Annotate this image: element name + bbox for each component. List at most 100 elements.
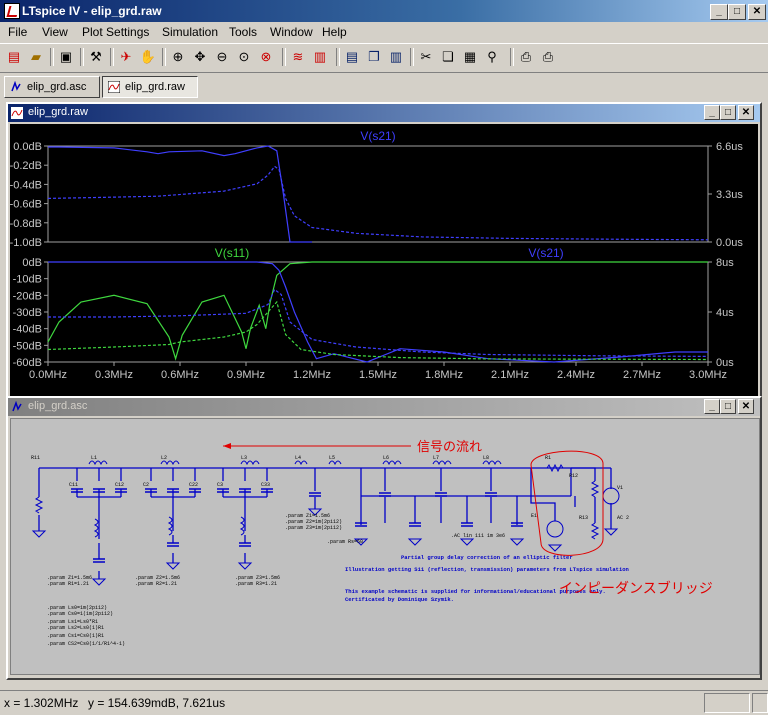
waveform-window[interactable]: elip_grd.raw _ □ ✕ 0.0dB -0.2dB -0.4dB -0.6…	[6, 102, 762, 398]
run-icon[interactable]: ✈	[116, 47, 136, 67]
zoom-full-icon[interactable]: ⊙	[234, 47, 254, 67]
param-directive[interactable]: .param Z3=1m(2pi12)	[285, 525, 342, 531]
param-directive[interactable]: .param CS2=Cs0(1/1/R1^4-1)	[47, 641, 125, 647]
component-label[interactable]: L2	[161, 455, 167, 461]
component-label[interactable]: R1	[545, 455, 551, 461]
param-directive[interactable]: .param R2=1.21	[135, 581, 177, 587]
waveform-plot[interactable]: 0.0dB -0.2dB -0.4dB -0.6dB -0.8dB -1.0dB 6.6u…	[10, 124, 758, 396]
component-label[interactable]: AC 2	[617, 515, 629, 521]
top-pane[interactable]: 0.0dB -0.2dB -0.4dB -0.6dB -0.8dB -1.0dB 6.6u…	[10, 129, 744, 249]
maximize-icon[interactable]: □	[720, 105, 736, 120]
ac-directive[interactable]: .AC lin 111 1m 3e6	[451, 533, 505, 539]
maximize-icon[interactable]: □	[720, 399, 736, 414]
component-label[interactable]: C22	[189, 482, 198, 488]
menu-view[interactable]: View	[42, 25, 68, 39]
close-icon[interactable]: ✕	[738, 399, 754, 414]
menu-file[interactable]: File	[8, 25, 27, 39]
zoom-in-icon[interactable]: ⊕	[168, 47, 188, 67]
trace-label-s21[interactable]: V(s21)	[528, 246, 563, 260]
component-label[interactable]: R13	[579, 515, 588, 521]
tile-vertical-icon[interactable]: ▥	[386, 47, 406, 67]
plot-area[interactable]: 0.0dB -0.2dB -0.4dB -0.6dB -0.8dB -1.0dB 6.6u…	[10, 124, 758, 396]
waveform-file-icon	[11, 107, 23, 119]
schematic-canvas[interactable]: R11 L1 C11 C12 L2 C2 C22 L3 C3 C33 L4 L5…	[10, 418, 760, 675]
tab-waveform[interactable]: elip_grd.raw	[102, 76, 198, 98]
cut-icon[interactable]: ✂	[416, 47, 436, 67]
schematic-drawing[interactable]: R11 L1 C11 C12 L2 C2 C22 L3 C3 C33 L4 L5…	[11, 419, 759, 674]
component-label[interactable]: C2	[143, 482, 149, 488]
comment-text[interactable]: Partial group delay correction of an ell…	[401, 554, 573, 561]
component-label[interactable]: C11	[69, 482, 78, 488]
find-icon[interactable]: ⚲	[482, 47, 502, 67]
trace-vs21-group-delay	[47, 165, 709, 241]
size-grip-icon[interactable]	[752, 693, 768, 713]
y-tick-label: -0.6dB	[10, 199, 42, 211]
param-directive[interactable]: .param Ls2=Ls0(1)R1	[47, 625, 104, 631]
component-label[interactable]: R12	[569, 473, 578, 479]
param-directive[interactable]: .param R1=1.21	[47, 581, 89, 587]
minimize-icon[interactable]: _	[704, 105, 720, 120]
close-icon[interactable]: ✕	[738, 105, 754, 120]
schematic-window[interactable]: elip_grd.asc _ □ ✕ R11 L1 C11 C12 L2 C2 …	[6, 396, 762, 680]
component-label[interactable]: V1	[617, 485, 623, 491]
menu-window[interactable]: Window	[270, 25, 313, 39]
component-label[interactable]: L7	[433, 455, 439, 461]
cascade-icon[interactable]: ❐	[364, 47, 384, 67]
component-label[interactable]: C3	[217, 482, 223, 488]
x-tick-label: 2.1MHz	[491, 369, 529, 381]
component-label[interactable]: L6	[383, 455, 389, 461]
component-label[interactable]: L5	[329, 455, 335, 461]
component-label[interactable]: C12	[115, 482, 124, 488]
menu-simulation[interactable]: Simulation	[162, 25, 218, 39]
halt-icon[interactable]: ✋	[138, 47, 158, 67]
y-tick-label: 0.0dB	[13, 141, 42, 153]
print-icon[interactable]: ⎙	[538, 47, 558, 67]
open-icon[interactable]: ▰	[26, 47, 46, 67]
ltspice-app-icon[interactable]	[4, 3, 20, 19]
param-directive[interactable]: .param Cs0=1(1m(2pi12)	[47, 611, 113, 617]
copy-icon[interactable]: ❏	[438, 47, 458, 67]
schematic-window-title: elip_grd.asc	[28, 400, 88, 412]
component-label[interactable]: L1	[91, 455, 97, 461]
plot-pane-icon[interactable]: ▥	[310, 47, 330, 67]
waveform-window-title-bar[interactable]: elip_grd.raw _ □ ✕	[8, 104, 760, 122]
comment-text[interactable]: Certificated by Dominique Szymik.	[345, 596, 454, 603]
minimize-icon[interactable]: _	[710, 4, 728, 20]
param-directive[interactable]: .param R3=1.21	[235, 581, 277, 587]
component-label[interactable]: E1	[531, 513, 537, 519]
status-bar: x = 1.302MHz y = 154.639mdB, 7.621us	[0, 690, 768, 715]
tile-horizontal-icon[interactable]: ▤	[342, 47, 362, 67]
component-label[interactable]: L4	[295, 455, 301, 461]
minimize-icon[interactable]: _	[704, 399, 720, 414]
trace-label-s21[interactable]: V(s21)	[360, 129, 395, 143]
component-label[interactable]: L3	[241, 455, 247, 461]
param-directive[interactable]: .param Cs1=Cs0(1)R1	[47, 633, 104, 639]
component-label[interactable]: L8	[483, 455, 489, 461]
menu-tools[interactable]: Tools	[229, 25, 257, 39]
param-directive[interactable]: .param Rs=50	[327, 539, 363, 545]
pan-icon[interactable]: ✥	[190, 47, 210, 67]
bottom-pane[interactable]: 0dB -10dB -20dB -30dB -40dB -50dB -60dB 8us 4us…	[13, 246, 735, 381]
menu-plot-settings[interactable]: Plot Settings	[82, 25, 149, 39]
comment-text[interactable]: Illustration getting S11 (reflection, tr…	[345, 566, 629, 573]
print-preview-icon[interactable]: ⎙	[516, 47, 536, 67]
toolbar-separator	[510, 48, 514, 66]
zoom-cancel-icon[interactable]: ⊗	[256, 47, 276, 67]
zoom-out-icon[interactable]: ⊖	[212, 47, 232, 67]
close-icon[interactable]: ✕	[748, 4, 766, 20]
autorange-icon[interactable]: ≋	[288, 47, 308, 67]
component-label[interactable]: C33	[261, 482, 270, 488]
component-label[interactable]: R11	[31, 455, 40, 461]
new-schematic-icon[interactable]: ▤	[4, 47, 24, 67]
control-panel-icon[interactable]: ⚒	[86, 47, 106, 67]
cursor-x-readout: x = 1.302MHz	[4, 696, 79, 710]
save-icon[interactable]: ▣	[56, 47, 76, 67]
app-title-bar[interactable]: LTspice IV - elip_grd.raw _ □ ✕	[0, 0, 768, 22]
paste-icon[interactable]: ▦	[460, 47, 480, 67]
maximize-icon[interactable]: □	[728, 4, 746, 20]
schematic-window-title-bar[interactable]: elip_grd.asc _ □ ✕	[8, 398, 760, 416]
trace-label-s11[interactable]: V(s11)	[215, 246, 249, 260]
spice-directives: .param Z1=1.5m6 .param R1=1.21 .param Z2…	[47, 513, 505, 647]
menu-help[interactable]: Help	[322, 25, 347, 39]
tab-schematic[interactable]: elip_grd.asc	[4, 76, 100, 98]
